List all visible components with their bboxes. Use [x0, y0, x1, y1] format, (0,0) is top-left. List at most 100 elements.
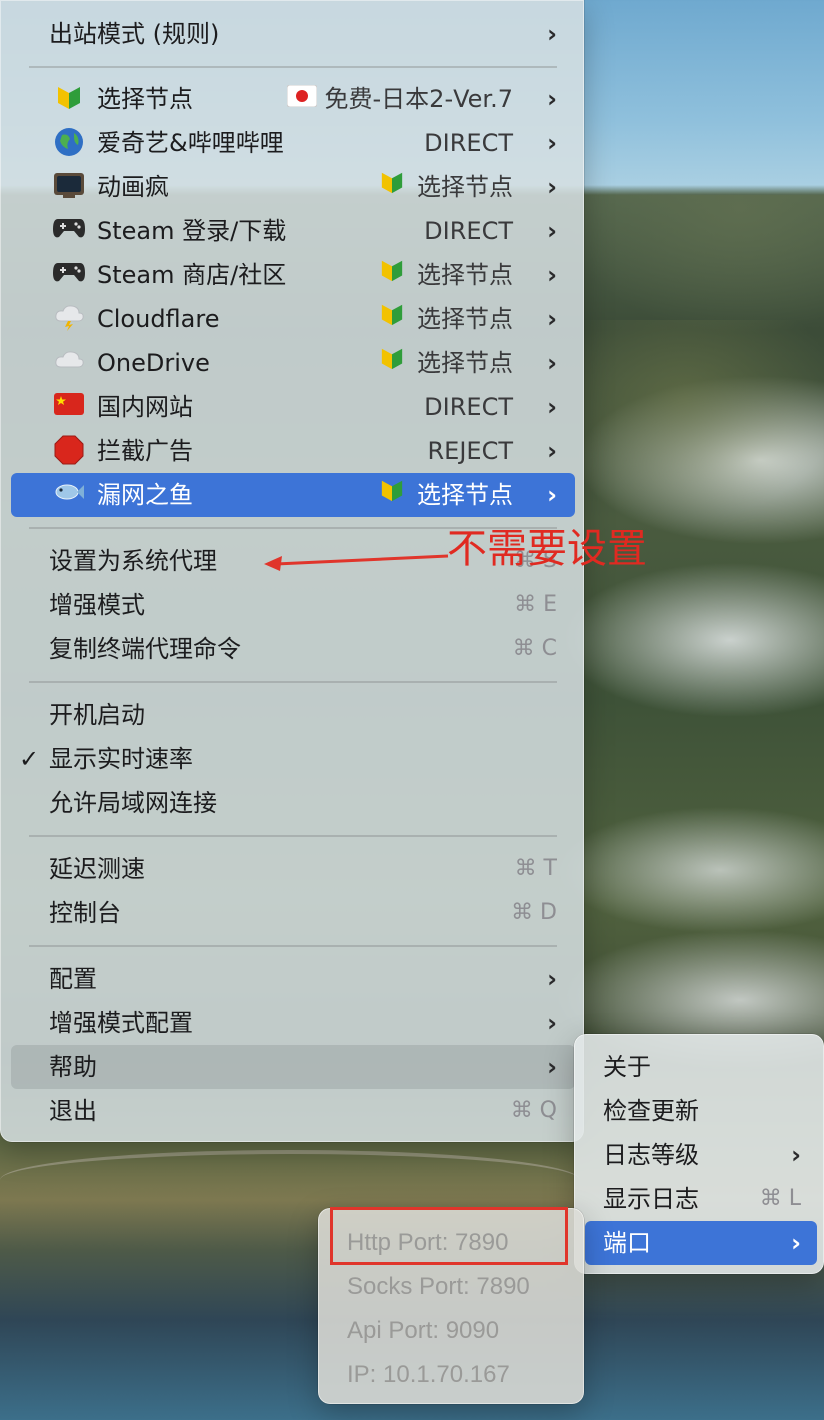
annotation-text: 不需要设置 — [447, 526, 647, 572]
proxy-group-steam-login[interactable]: Steam 登录/下载 DIRECT › — [11, 209, 575, 253]
quit-label: 退出 — [49, 1097, 97, 1125]
proxy-group-label: Steam 商店/社区 — [97, 261, 287, 289]
proxy-group-adblock[interactable]: 拦截广告 REJECT › — [11, 429, 575, 473]
proxy-group-select-node[interactable]: 选择节点 免费-日本2-Ver.7 › — [11, 77, 575, 121]
chevron-right-icon: › — [547, 393, 557, 421]
fish-icon — [52, 479, 86, 511]
about-item[interactable]: 关于 — [585, 1045, 817, 1089]
copy-terminal-proxy-item[interactable]: 复制终端代理命令 ⌘ C — [11, 627, 575, 671]
show-realtime-speed-item[interactable]: ✓ 显示实时速率 — [11, 737, 575, 781]
globe-icon — [52, 127, 86, 159]
proxy-group-value: 选择节点 — [379, 165, 513, 209]
launch-at-login-label: 开机启动 — [49, 701, 145, 729]
proxy-group-value-text: 选择节点 — [417, 173, 513, 201]
chevron-right-icon: › — [547, 305, 557, 333]
beginner-leaf-icon — [379, 341, 405, 385]
proxy-group-value-text: 选择节点 — [417, 261, 513, 289]
allow-lan-item[interactable]: 允许局域网连接 — [11, 781, 575, 825]
proxy-group-cloudflare[interactable]: Cloudflare 选择节点 › — [11, 297, 575, 341]
config-item[interactable]: 配置 › — [11, 957, 575, 1001]
annotation-arrow-icon — [264, 554, 449, 571]
proxy-group-steam-store[interactable]: Steam 商店/社区 选择节点 › — [11, 253, 575, 297]
log-level-label: 日志等级 — [603, 1141, 699, 1169]
show-log-label: 显示日志 — [603, 1185, 699, 1213]
beginner-leaf-icon — [379, 473, 405, 517]
enhanced-mode-item[interactable]: 增强模式 ⌘ E — [11, 583, 575, 627]
allow-lan-label: 允许局域网连接 — [49, 789, 217, 817]
show-log-item[interactable]: 显示日志 ⌘ L — [585, 1177, 817, 1221]
checkmark-icon: ✓ — [19, 745, 40, 773]
proxy-group-label: OneDrive — [97, 349, 210, 377]
chevron-right-icon: › — [547, 349, 557, 377]
separator — [29, 66, 557, 68]
chevron-right-icon: › — [547, 85, 557, 113]
enhanced-config-item[interactable]: 增强模式配置 › — [11, 1001, 575, 1045]
quit-item[interactable]: 退出 ⌘ Q — [11, 1089, 575, 1133]
ip-address-item: IP: 10.1.70.167 — [347, 1361, 510, 1388]
proxy-group-iqiyi-bilibili[interactable]: 爱奇艺&哔哩哔哩 DIRECT › — [11, 121, 575, 165]
enhanced-mode-label: 增强模式 — [49, 591, 145, 619]
set-system-proxy-label: 设置为系统代理 — [49, 547, 217, 575]
api-port-item: Api Port: 9090 — [347, 1317, 500, 1344]
show-realtime-speed-label: 显示实时速率 — [49, 745, 193, 773]
latency-test-label: 延迟测速 — [49, 855, 145, 883]
proxy-group-label: 选择节点 — [97, 85, 193, 113]
proxy-group-value: DIRECT — [424, 129, 513, 157]
beginner-leaf-icon — [379, 165, 405, 209]
proxy-group-final[interactable]: 漏网之鱼 选择节点 › — [11, 473, 575, 517]
port-label: 端口 — [603, 1229, 651, 1257]
latency-test-shortcut: ⌘ T — [514, 856, 557, 881]
chevron-right-icon: › — [547, 261, 557, 289]
proxy-group-value: 选择节点 — [379, 297, 513, 341]
help-submenu: 关于 检查更新 日志等级 › 显示日志 ⌘ L 端口 › — [574, 1034, 824, 1274]
console-label: 控制台 — [49, 899, 121, 927]
cloud-icon — [52, 347, 86, 379]
proxy-group-label: Steam 登录/下载 — [97, 217, 287, 245]
launch-at-login-item[interactable]: 开机启动 — [11, 693, 575, 737]
latency-test-item[interactable]: 延迟测速 ⌘ T — [11, 847, 575, 891]
proxy-group-animation[interactable]: 动画疯 选择节点 › — [11, 165, 575, 209]
copy-terminal-proxy-shortcut: ⌘ C — [512, 636, 557, 661]
proxy-group-label: 漏网之鱼 — [97, 481, 193, 509]
check-update-item[interactable]: 检查更新 — [585, 1089, 817, 1133]
console-item[interactable]: 控制台 ⌘ D — [11, 891, 575, 935]
separator — [29, 681, 557, 683]
chevron-right-icon: › — [547, 1009, 557, 1037]
japan-flag-icon — [286, 77, 318, 121]
chevron-right-icon: › — [791, 1229, 801, 1257]
port-item[interactable]: 端口 › — [585, 1221, 817, 1265]
proxy-group-domestic[interactable]: 国内网站 DIRECT › — [11, 385, 575, 429]
stop-sign-icon — [52, 435, 86, 467]
config-label: 配置 — [49, 965, 97, 993]
proxy-group-label: 拦截广告 — [97, 437, 193, 465]
chevron-right-icon: › — [547, 1053, 557, 1081]
enhanced-mode-shortcut: ⌘ E — [514, 592, 557, 617]
separator — [29, 835, 557, 837]
proxy-group-value: DIRECT — [424, 393, 513, 421]
beginner-leaf-icon — [52, 83, 86, 115]
chevron-right-icon: › — [547, 965, 557, 993]
proxy-group-value-text: 免费-日本2-Ver.7 — [324, 85, 513, 113]
check-update-label: 检查更新 — [603, 1097, 699, 1125]
china-flag-icon — [52, 391, 86, 423]
gamepad-icon — [52, 215, 86, 247]
help-item[interactable]: 帮助 › — [11, 1045, 575, 1089]
proxy-group-label: 国内网站 — [97, 393, 193, 421]
proxy-group-value: DIRECT — [424, 217, 513, 245]
chevron-right-icon: › — [547, 217, 557, 245]
enhanced-config-label: 增强模式配置 — [49, 1009, 193, 1037]
tv-icon — [52, 171, 86, 203]
show-log-shortcut: ⌘ L — [759, 1186, 801, 1211]
chevron-right-icon: › — [547, 437, 557, 465]
about-label: 关于 — [603, 1053, 651, 1081]
help-label: 帮助 — [49, 1053, 97, 1081]
console-shortcut: ⌘ D — [511, 900, 557, 925]
outbound-mode-item[interactable]: 出站模式 (规则) › — [11, 12, 575, 56]
proxy-group-value: REJECT — [427, 437, 514, 465]
http-port-highlight-box — [330, 1207, 568, 1265]
proxy-group-onedrive[interactable]: OneDrive 选择节点 › — [11, 341, 575, 385]
socks-port-item: Socks Port: 7890 — [347, 1273, 530, 1300]
proxy-group-value-text: 选择节点 — [417, 349, 513, 377]
log-level-item[interactable]: 日志等级 › — [585, 1133, 817, 1177]
copy-terminal-proxy-label: 复制终端代理命令 — [49, 635, 241, 663]
